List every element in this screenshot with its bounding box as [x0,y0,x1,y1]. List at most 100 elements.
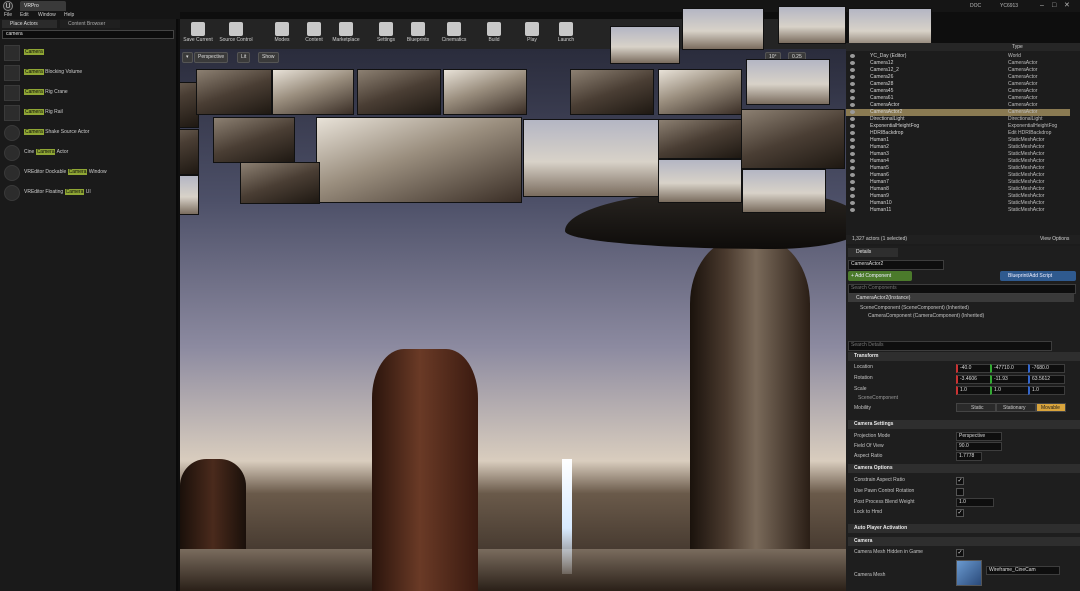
visibility-eye-icon[interactable] [850,124,855,128]
visibility-eye-icon[interactable] [850,173,855,177]
menu-window[interactable]: Window [38,12,56,19]
camera-mesh-dropdown[interactable]: Wireframe_CineCam [986,566,1060,575]
camera-preview-thumbnail[interactable] [240,162,320,204]
actor-result-item[interactable]: Camera Rig Rail [4,103,174,121]
camera-preview-thumbnail[interactable] [610,26,680,64]
mobility-static-option[interactable]: Static [956,403,996,412]
visibility-eye-icon[interactable] [850,68,855,72]
outliner-row[interactable]: Human8 StaticMeshActor [846,186,1070,193]
toolbar-button-save-current[interactable]: Save Current [180,21,216,47]
details-search-input[interactable]: Search Details [848,341,1052,351]
actor-result-item[interactable]: Camera Blocking Volume [4,63,174,81]
level-viewport[interactable]: ▾ Perspective Lit Show 10° 0.25 [180,49,846,591]
tab-place-actors[interactable]: Place Actors [2,20,57,28]
camera-preview-thumbnail[interactable] [741,109,845,169]
actor-result-item[interactable]: Camera Rig Crane [4,83,174,101]
projection-mode-dropdown[interactable]: Perspective [956,432,1002,441]
toolbar-button-cinematics[interactable]: Cinematics [436,21,472,47]
camera-preview-thumbnail[interactable] [196,69,272,115]
actor-result-item[interactable]: Camera [4,43,174,61]
camera-preview-thumbnail[interactable] [523,119,659,197]
visibility-eye-icon[interactable] [850,180,855,184]
camera-preview-thumbnail[interactable] [682,8,764,50]
camera-preview-thumbnail[interactable] [658,159,742,203]
outliner-row[interactable]: Camera26 CameraActor [846,74,1070,81]
rotation-z-field[interactable]: 63.5612 [1028,375,1065,384]
actor-result-item[interactable]: VREditor Floating Camera UI [4,183,174,201]
location-x-field[interactable]: -40.0 [956,364,991,373]
lit-button[interactable]: Lit [237,52,251,63]
visibility-eye-icon[interactable] [850,152,855,156]
scale-z-field[interactable]: 1.0 [1028,386,1065,395]
outliner-row[interactable]: Human6 StaticMeshActor [846,172,1070,179]
visibility-eye-icon[interactable] [850,145,855,149]
close-icon[interactable]: ✕ [1064,2,1070,10]
visibility-eye-icon[interactable] [850,103,855,107]
camera-preview-thumbnail-large[interactable] [316,117,522,203]
camera-preview-thumbnail[interactable] [180,129,199,175]
visibility-eye-icon[interactable] [850,201,855,205]
outliner-row[interactable]: Human5 StaticMeshActor [846,165,1070,172]
aspect-ratio-field[interactable]: 1.7778 [956,452,982,461]
camera-options-section-header[interactable]: Camera Options [848,464,1080,473]
tab-content-browser[interactable]: Content Browser [60,20,120,28]
camera-preview-thumbnail[interactable] [658,69,742,115]
outliner-row[interactable]: Human11 StaticMeshActor [846,207,1070,214]
mobility-stationary-option[interactable]: Stationary [996,403,1036,412]
outliner-row[interactable]: Camera12 CameraActor [846,60,1070,67]
outliner-row[interactable]: Camera12_2 CameraActor [846,67,1070,74]
visibility-eye-icon[interactable] [850,166,855,170]
outliner-row[interactable]: Camera28 CameraActor [846,81,1070,88]
actor-result-item[interactable]: Cine Camera Actor [4,143,174,161]
outliner-row[interactable]: Human1 StaticMeshActor [846,137,1070,144]
location-z-field[interactable]: -7680.0 [1028,364,1065,373]
camera-preview-thumbnail[interactable] [742,169,826,213]
visibility-eye-icon[interactable] [850,187,855,191]
outliner-row[interactable]: ExponentialHeightFog ExponentialHeightFog [846,123,1070,130]
component-instance-row[interactable]: CameraActor2(Instance) [848,294,1074,302]
outliner-row[interactable]: Camera61 CameraActor [846,95,1070,102]
camera-preview-thumbnail[interactable] [658,119,742,159]
visibility-eye-icon[interactable] [850,54,855,58]
scene-component-row[interactable]: SceneComponent (SceneComponent) (Inherit… [860,304,969,312]
toolbar-button-settings[interactable]: Settings [368,21,404,47]
scale-y-field[interactable]: 1.0 [990,386,1029,395]
camera-section-header[interactable]: Camera [848,537,1080,546]
menu-edit[interactable]: Edit [20,12,29,19]
camera-preview-thumbnail[interactable] [570,69,654,115]
camera-settings-section-header[interactable]: Camera Settings [848,420,1080,429]
actor-name-field[interactable]: CameraActor2 [848,260,944,270]
camera-mesh-thumbnail[interactable] [956,560,982,586]
type-column-header[interactable]: Type [1012,43,1023,51]
camera-preview-thumbnail[interactable] [272,69,354,115]
toolbar-button-content[interactable]: Content [296,21,332,47]
tab-details[interactable]: Details [848,248,898,257]
camera-preview-thumbnail[interactable] [357,69,441,115]
outliner-row[interactable]: Human4 StaticMeshActor [846,158,1070,165]
doc-label[interactable]: DOC [970,2,981,10]
actor-result-item[interactable]: Camera Shake Source Actor [4,123,174,141]
outliner-row[interactable]: Human9 StaticMeshActor [846,193,1070,200]
show-button[interactable]: Show [258,52,279,63]
outliner-row[interactable]: DirectionalLight DirectionalLight [846,116,1070,123]
visibility-eye-icon[interactable] [850,117,855,121]
visibility-eye-icon[interactable] [850,138,855,142]
visibility-eye-icon[interactable] [850,208,855,212]
visibility-eye-icon[interactable] [850,75,855,79]
visibility-eye-icon[interactable] [850,89,855,93]
outliner-row[interactable]: Human10 StaticMeshActor [846,200,1070,207]
toolbar-button-modes[interactable]: Modes [264,21,300,47]
camera-preview-thumbnail[interactable] [443,69,527,115]
constrain-aspect-ratio-checkbox[interactable]: ✓ [956,477,964,485]
visibility-eye-icon[interactable] [850,96,855,100]
toolbar-button-build[interactable]: Build [476,21,512,47]
lock-to-hmd-checkbox[interactable]: ✓ [956,509,964,517]
user-label[interactable]: YC6913 [1000,2,1018,10]
camera-component-row[interactable]: CameraComponent (CameraComponent) (Inher… [868,312,984,320]
level-tab[interactable]: VRPro [20,1,66,11]
auto-player-activation-section-header[interactable]: Auto Player Activation [848,524,1080,533]
rotation-y-field[interactable]: -11.93 [990,375,1029,384]
actor-search-input[interactable]: camera [2,30,174,39]
view-options-button[interactable]: View Options [1040,235,1069,244]
toolbar-button-marketplace[interactable]: Marketplace [328,21,364,47]
